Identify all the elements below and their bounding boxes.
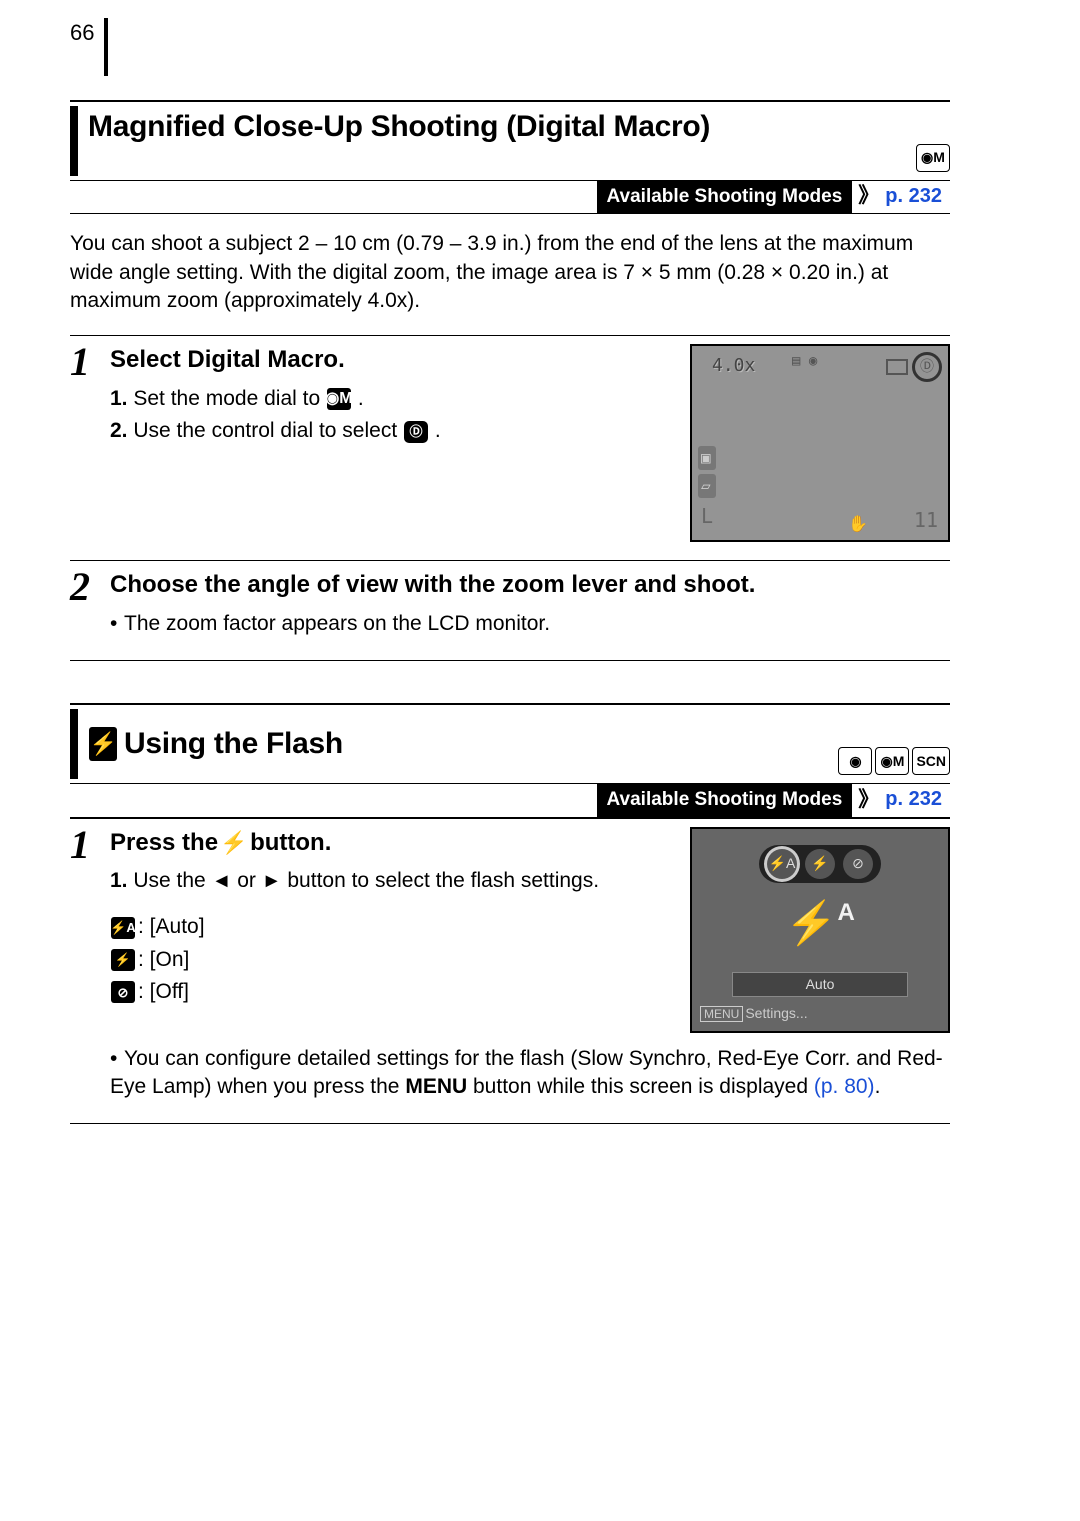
chevron-right-icon: 》: [852, 786, 885, 814]
lcd-size-indicator: L: [698, 502, 716, 531]
page-number: 66: [70, 18, 108, 76]
lcd-flash-mode-label: Auto: [732, 972, 908, 997]
flash-icon: ⚡: [89, 727, 117, 761]
lcd-drive-icon: ▱: [698, 474, 716, 498]
page-reference-link[interactable]: p. 232: [885, 183, 950, 210]
lcd-preview-flash: ⚡A ⚡ ⊘ ⚡A Auto MENUSettings...: [690, 827, 950, 1033]
arrow-right-icon: ►: [262, 870, 282, 892]
lcd-menu-hint: MENUSettings...: [700, 1004, 808, 1023]
page-reference-link[interactable]: p. 232: [885, 786, 950, 813]
lcd-preview-macro: 4.0x ▤ ◉ Ⓓ ▣ ▱ L ✋ 11: [690, 344, 950, 542]
available-modes-row: Available Shooting Modes 》 p. 232: [70, 180, 950, 215]
step-bullet: •The zoom factor appears on the LCD moni…: [110, 610, 950, 638]
mode-badge-camera: ◉: [838, 747, 872, 775]
lcd-dmacro-circle-icon: Ⓓ: [912, 352, 942, 382]
lcd-flash-on-option: ⚡: [805, 849, 835, 879]
title-accent: [70, 709, 78, 779]
flash-mode-list: ⚡A: [Auto] ⚡: [On] ⊘: [Off]: [110, 913, 676, 1006]
lcd-stabilizer-icon: ✋: [848, 513, 868, 535]
lcd-meter-icon: ▣: [698, 446, 716, 470]
flash-off-icon: ⊘: [111, 981, 135, 1003]
flash-on-icon: ⚡: [111, 949, 135, 971]
step-substep-1: 1. Set the mode dial to ◉M .: [110, 385, 676, 413]
mode-badge-camera-m: ◉M: [875, 747, 909, 775]
flash-auto-icon: ⚡A: [111, 917, 135, 939]
available-modes-label: Available Shooting Modes: [597, 180, 853, 214]
mode-badge-camera-m: ◉M: [916, 144, 950, 172]
step-number: 1: [70, 819, 110, 1124]
section-title: ⚡ Using the Flash: [78, 709, 838, 779]
arrow-left-icon: ◄: [212, 870, 232, 892]
page-reference-link[interactable]: (p. 80): [814, 1075, 875, 1098]
step-title: Choose the angle of view with the zoom l…: [110, 569, 950, 601]
lcd-flash-large-icon: ⚡A: [785, 895, 855, 952]
camera-icon: ◉: [849, 752, 861, 771]
digital-macro-icon: Ⓓ: [404, 421, 428, 443]
mode-badge-scn: SCN: [912, 747, 950, 775]
step-number: 1: [70, 336, 110, 560]
step-title: Press the ⚡ button.: [110, 827, 676, 859]
camera-icon: ◉: [921, 148, 933, 167]
lcd-shots-remaining: 11: [914, 507, 938, 534]
step-title: Select Digital Macro.: [110, 344, 676, 376]
lcd-top-icons: ▤ ◉: [792, 352, 817, 371]
lcd-flash-auto-option: ⚡A: [767, 849, 797, 879]
lcd-flash-off-option: ⊘: [843, 849, 873, 879]
lcd-zoom-factor: 4.0x: [712, 354, 755, 378]
available-modes-row: Available Shooting Modes 》 p. 232: [70, 783, 950, 818]
flash-note: •You can configure detailed settings for…: [110, 1045, 950, 1102]
step-number: 2: [70, 561, 110, 660]
title-accent: [70, 106, 78, 176]
step-1-row: 1 Select Digital Macro. 1. Set the mode …: [70, 335, 950, 560]
lcd-flash-selector: ⚡A ⚡ ⊘: [759, 845, 881, 883]
camera-icon: ◉: [880, 752, 892, 771]
step-substep-2: 2. Use the control dial to select Ⓓ .: [110, 417, 676, 445]
chevron-right-icon: 》: [852, 182, 885, 210]
camera-m-icon: ◉M: [327, 388, 351, 410]
section-title: Magnified Close-Up Shooting (Digital Mac…: [78, 106, 916, 176]
section-magnified-close-up: Magnified Close-Up Shooting (Digital Mac…: [70, 100, 950, 181]
section-using-flash: ⚡ Using the Flash ◉ ◉M SCN: [70, 703, 950, 784]
step-substep-1: 1. Use the ◄ or ► button to select the f…: [110, 867, 676, 895]
step-2-row: 2 Choose the angle of view with the zoom…: [70, 560, 950, 661]
section-intro: You can shoot a subject 2 – 10 cm (0.79 …: [70, 230, 950, 315]
lcd-rect-icon: [886, 359, 908, 375]
available-modes-label: Available Shooting Modes: [597, 783, 853, 817]
flash-step-1-row: 1 Press the ⚡ button. 1. Use the ◄ or ► …: [70, 818, 950, 1125]
flash-icon: ⚡: [225, 832, 243, 854]
